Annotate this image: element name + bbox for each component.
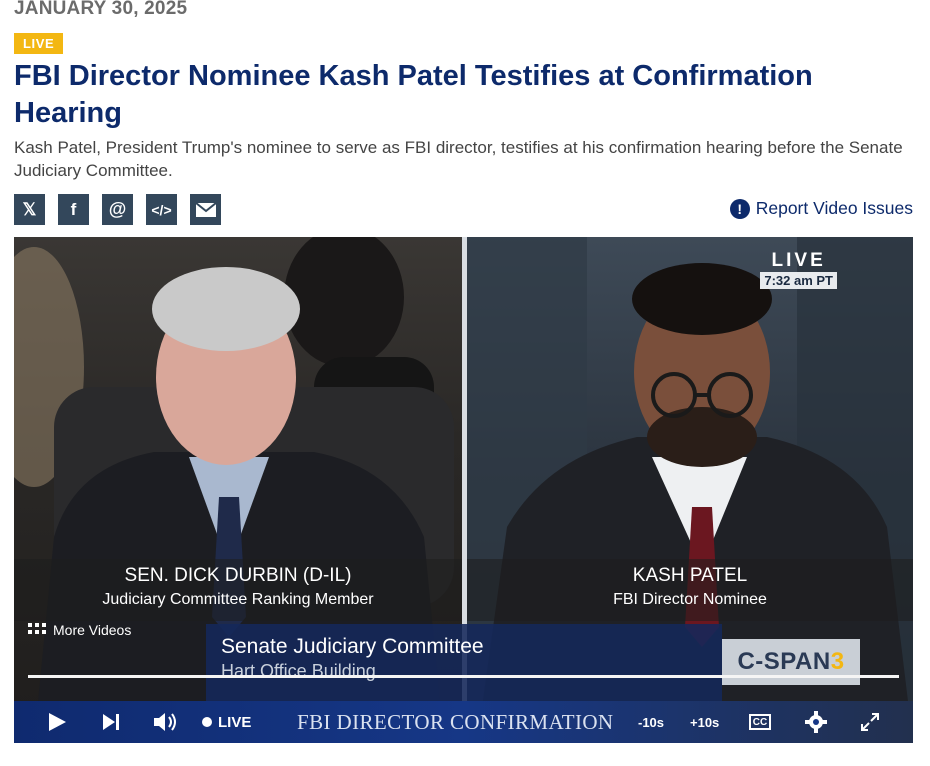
forward-10s-button[interactable]: +10s [690,701,719,743]
play-button[interactable] [47,701,67,743]
live-dot-icon [202,717,212,727]
lower-third-right: KASH PATEL FBI Director Nominee [467,559,913,621]
x-icon: 𝕏 [22,199,37,219]
skip-next-icon [103,714,119,730]
volume-button[interactable] [153,701,179,743]
more-videos-label: More Videos [53,622,132,638]
more-videos-button[interactable]: More Videos [28,622,131,638]
page-title: FBI Director Nominee Kash Patel Testifie… [14,60,813,129]
x-share-button[interactable]: 𝕏 [14,194,45,225]
live-watermark-label: LIVE [771,250,826,271]
fullscreen-button[interactable] [860,701,880,743]
date-label: JANUARY 30, 2025 [14,0,188,19]
cspan-logo-number: 3 [830,648,845,675]
embed-icon: </> [151,201,172,218]
volume-icon [154,713,176,731]
player-controls: LIVE FBI DIRECTOR CONFIRMATION -10s +10s… [14,701,913,743]
share-bar: 𝕏 f @ </> [14,194,221,225]
video-player[interactable]: SEN. DICK DURBIN (D-IL) Judiciary Commit… [14,237,913,743]
banner-committee: Senate Judiciary Committee [221,635,484,658]
report-label: Report Video Issues [755,198,913,218]
email-share-button[interactable] [190,194,221,225]
email-icon [195,202,216,217]
cc-icon: CC [749,714,771,730]
lower-third-left: SEN. DICK DURBIN (D-IL) Judiciary Commit… [14,559,462,621]
cspan-logo: C-SPAN 3 [722,639,860,685]
embed-button[interactable]: </> [146,194,177,225]
rewind-10s-button[interactable]: -10s [638,701,664,743]
live-indicator[interactable]: LIVE [202,701,251,743]
facebook-share-button[interactable]: f [58,194,89,225]
live-watermark: LIVE 7:32 am PT [760,250,837,289]
gear-icon [805,711,827,733]
speaker-role-left: Judiciary Committee Ranking Member [102,591,374,608]
alert-icon: ! [729,198,750,219]
grid-icon [28,623,46,637]
speaker-name-right: KASH PATEL [632,565,748,586]
live-badge: LIVE [14,33,64,54]
location-banner: Senate Judiciary Committee Hart Office B… [206,624,722,704]
speaker-name-left: SEN. DICK DURBIN (D-IL) [124,565,352,586]
page-description: Kash Patel, President Trump's nominee to… [14,138,903,180]
speaker-role-right: FBI Director Nominee [613,591,767,608]
banner-location: Hart Office Building [221,661,376,681]
settings-button[interactable] [805,701,827,743]
progress-bar[interactable] [28,675,899,678]
next-button[interactable] [102,701,120,743]
captions-button[interactable]: CC [749,701,771,743]
facebook-icon: f [70,199,77,219]
show-title: FBI DIRECTOR CONFIRMATION [297,709,614,734]
expand-icon [861,713,879,731]
play-icon [49,713,66,731]
live-indicator-label: LIVE [218,713,252,731]
live-time: 7:32 am PT [760,272,837,289]
threads-share-button[interactable]: @ [102,194,133,225]
report-video-issues-link[interactable]: ! Report Video Issues [729,198,913,219]
threads-icon: @ [108,199,127,219]
cspan-logo-text: C-SPAN [737,648,831,675]
